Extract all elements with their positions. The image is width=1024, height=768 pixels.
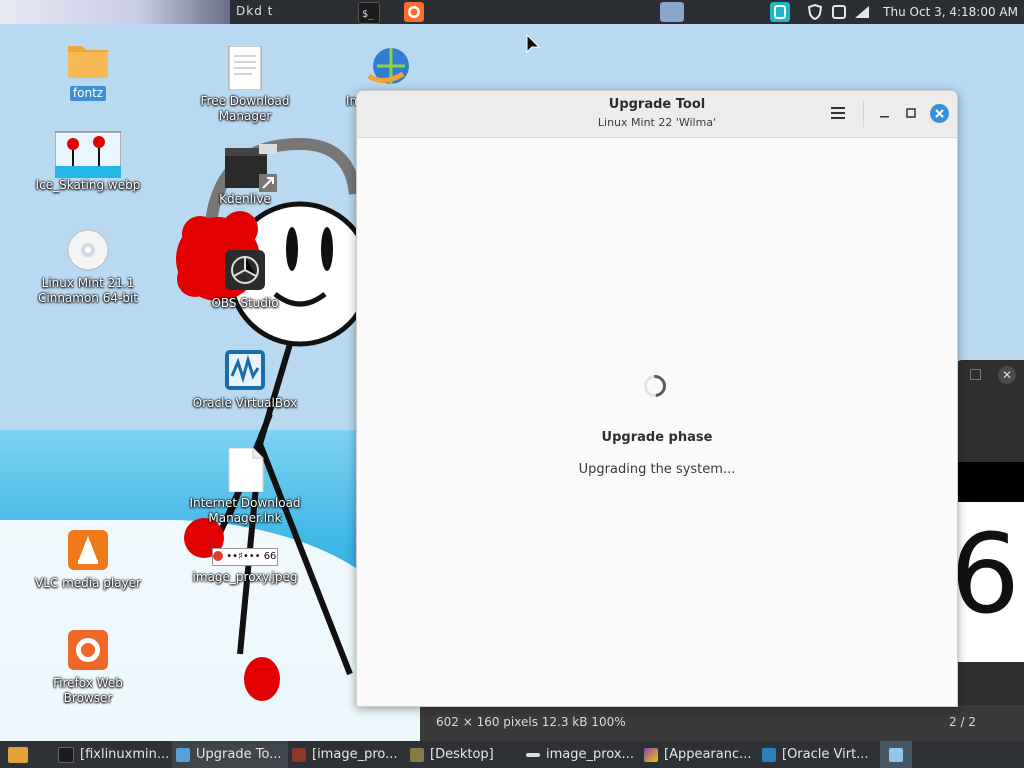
clapperboard-icon — [223, 138, 277, 192]
active-window-title: Dkd t — [236, 4, 274, 18]
clock[interactable]: Thu Oct 3, 4:18:00 AM — [883, 5, 1018, 19]
taskbar-item-label: Upgrade To... — [196, 747, 282, 762]
taskbar-item-label: [Appearanc... — [664, 747, 752, 762]
taskbar-item-oracle-virtualbox[interactable]: [Oracle Virt... — [762, 741, 874, 768]
close-icon[interactable] — [930, 104, 949, 123]
desktop-icon-firefox[interactable]: Firefox Web Browser — [28, 628, 148, 706]
taskbar-item-label: image_prox... — [546, 747, 634, 762]
appearance-icon — [644, 747, 658, 762]
viewer-maximize-icon[interactable] — [970, 369, 981, 380]
shield-icon — [176, 747, 190, 762]
desktop-icon-obs-studio[interactable]: OBS Studio — [185, 248, 305, 311]
image-viewer-statusbar: 602 × 160 pixels 12.3 kB 100% 2 / 2 — [420, 705, 1024, 741]
taskbar-item-appearance[interactable]: [Appearanc... — [644, 741, 758, 768]
network-icon[interactable] — [852, 2, 872, 22]
desktop-icon-label: Ice_Skating.webp — [35, 178, 141, 192]
mouse-pointer-icon — [526, 34, 541, 54]
desktop-icon-label: Internet Download Manager.lnk — [189, 496, 301, 525]
taskbar-item-image-viewer[interactable]: image_prox... — [526, 741, 640, 768]
desktop-folder-icon — [410, 747, 424, 762]
disc-icon — [66, 228, 110, 272]
image-app-icon — [292, 747, 306, 762]
svg-text:$_: $_ — [362, 9, 375, 20]
virtualbox-icon — [223, 348, 267, 392]
phase-heading: Upgrade phase — [601, 430, 713, 445]
tray-shield-icon[interactable] — [880, 741, 912, 768]
hamburger-menu-icon[interactable] — [829, 105, 847, 121]
file-icon — [223, 447, 267, 493]
taskbar-item-terminal[interactable]: [fixlinuxmin... — [58, 741, 170, 768]
panel-artwork — [0, 0, 230, 24]
taskbar-item-label: [image_pro... — [312, 747, 398, 762]
desktop-icon-label: Linux Mint 21.1 Cinnamon 64-bit — [38, 276, 138, 305]
window-title: Upgrade Tool — [608, 97, 706, 112]
obs-icon — [223, 248, 267, 292]
image-viewer-window[interactable]: ✕ 6 — [950, 360, 1024, 705]
image-info: 602 × 160 pixels 12.3 kB 100% — [436, 715, 626, 729]
virtualbox-icon — [762, 747, 776, 762]
taskbar: [fixlinuxmin... Upgrade To... [image_pro… — [0, 741, 1024, 768]
phase-description: Upgrading the system... — [578, 462, 736, 477]
maximize-icon[interactable] — [903, 103, 921, 123]
taskbar-item-image-proxy[interactable]: [image_pro... — [292, 741, 404, 768]
desktop-icon-label: Kdenlive — [219, 192, 271, 206]
files-launcher-icon[interactable] — [8, 741, 36, 768]
update-manager-icon[interactable] — [770, 2, 790, 22]
minimize-icon[interactable] — [877, 103, 893, 123]
desktop-icon-internet-download-manager[interactable]: Internet Download Manager.lnk — [185, 447, 305, 526]
image-page-counter: 2 / 2 — [949, 715, 976, 729]
viewer-close-icon[interactable]: ✕ — [998, 366, 1016, 384]
taskbar-item-upgrade-tool[interactable]: Upgrade To... — [172, 741, 288, 768]
terminal-launcher-icon[interactable]: $_ — [358, 2, 380, 24]
globe-download-icon — [363, 46, 409, 90]
folder-icon — [66, 38, 110, 82]
window-list-icon[interactable] — [829, 2, 849, 22]
terminal-icon — [58, 746, 74, 763]
thumbnail-text: ••♯••• 666 — [226, 551, 278, 562]
image-proxy-thumbnail: ••♯••• 666 — [212, 548, 278, 566]
image-viewer-icon — [526, 752, 540, 757]
desktop-icon-ice-skating[interactable]: Ice_Skating.webp — [28, 130, 148, 193]
desktop-icon-label: Firefox Web Browser — [53, 676, 123, 705]
loading-spinner-icon — [639, 370, 671, 402]
taskbar-item-label: [fixlinuxmin... — [80, 747, 170, 762]
firefox-launcher-icon[interactable] — [404, 2, 424, 22]
desktop-icon-label: Oracle VirtualBox — [192, 396, 298, 410]
taskbar-item-label: [Oracle Virt... — [782, 747, 869, 762]
taskbar-item-label: [Desktop] — [430, 747, 494, 762]
window-titlebar[interactable]: Upgrade Tool Linux Mint 22 'Wilma' — [357, 91, 957, 138]
desktop-icon-kdenlive[interactable]: Kdenlive — [185, 138, 305, 207]
chrome-icon — [213, 551, 223, 561]
firefox-icon — [66, 628, 110, 672]
desktop-icon-linux-mint-iso[interactable]: Linux Mint 21.1 Cinnamon 64-bit — [28, 228, 148, 306]
desktop-icon-fontz[interactable]: fontz — [28, 38, 148, 101]
desktop-icon-label: VLC media player — [34, 576, 141, 590]
desktop-icon-label: OBS Studio — [211, 296, 279, 310]
desktop-icon-label: image_proxy.jpeg — [192, 570, 298, 584]
applet-thumbnail-icon[interactable] — [660, 2, 684, 22]
desktop-icon-label: fontz — [69, 86, 107, 101]
image-thumbnail-icon — [54, 130, 122, 179]
desktop-icon-image-proxy[interactable]: ••♯••• 666 image_proxy.jpeg — [185, 548, 305, 585]
desktop-icon-vlc[interactable]: VLC media player — [28, 528, 148, 591]
upgrade-tool-window: Upgrade Tool Linux Mint 22 'Wilma' Upgra… — [356, 90, 958, 707]
viewer-image-glyph: 6 — [950, 510, 1020, 638]
desktop-icon-label: Free Download Manager — [200, 94, 290, 123]
desktop-icon-oracle-virtualbox[interactable]: Oracle VirtualBox — [185, 348, 305, 411]
taskbar-item-desktop[interactable]: [Desktop] — [410, 741, 522, 768]
vlc-icon — [66, 528, 110, 572]
titlebar-separator — [863, 101, 864, 127]
top-panel: Dkd t $_ Thu Oct 3, 4:18:00 AM — [0, 0, 1024, 24]
window-subtitle: Linux Mint 22 'Wilma' — [597, 116, 717, 129]
shield-icon[interactable] — [805, 2, 825, 22]
desktop-icon-free-download-manager[interactable]: Free Download Manager — [185, 45, 305, 124]
document-icon — [223, 45, 267, 91]
